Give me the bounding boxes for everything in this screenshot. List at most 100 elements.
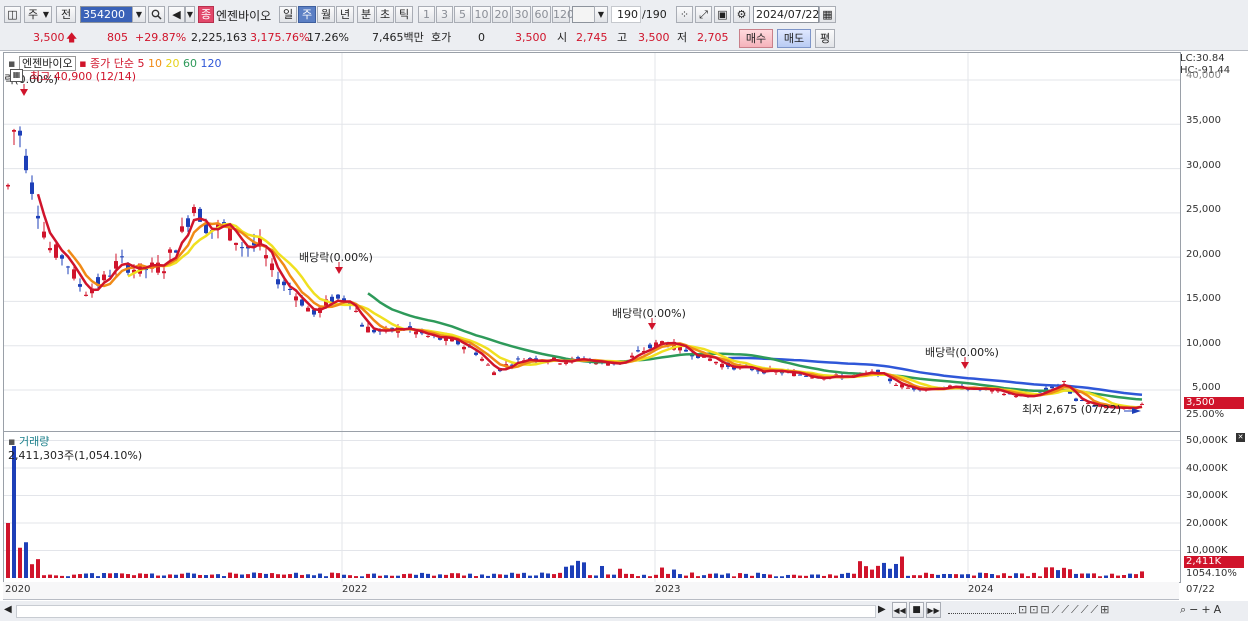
period-select[interactable]: 주 ▼ [24, 6, 52, 23]
scroll-left-icon[interactable]: ◀ [4, 604, 12, 615]
tick-30[interactable]: 30 [512, 6, 531, 23]
forward-icon[interactable]: ▶▶ [926, 602, 941, 618]
candle-body [186, 218, 190, 227]
drawing-tools-icons[interactable]: ⊡⊡⊡⟋⟋⟋⟋⟋⊞ [1018, 603, 1111, 617]
period-day[interactable]: 일 [279, 6, 297, 23]
scroll-right-icon[interactable]: ▶ [878, 604, 886, 615]
volume-bar [960, 574, 964, 578]
volume-bar [318, 573, 322, 578]
code-dropdown-icon[interactable]: ▼ [132, 6, 146, 23]
candle-body [576, 357, 580, 359]
period-year[interactable]: 년 [336, 6, 354, 23]
volume-bar [570, 565, 574, 578]
volume-bar [882, 562, 886, 578]
candle-body [18, 130, 22, 136]
hoga-value: 0 [478, 31, 485, 44]
date-input[interactable]: 2024/07/22 [753, 6, 819, 23]
candle-body [114, 261, 118, 269]
candle-body [564, 362, 568, 364]
volume-bar [228, 572, 232, 578]
period-week[interactable]: 주 [298, 6, 316, 23]
buy-button[interactable]: 매수 [739, 29, 773, 48]
volume-bar [606, 574, 610, 578]
candle-body [42, 231, 46, 238]
volume-bar [444, 574, 448, 578]
period-second[interactable]: 초 [376, 6, 394, 23]
calendar-icon[interactable]: ▦ [10, 69, 23, 82]
gear-icon[interactable]: ⚙ [733, 6, 750, 23]
calendar-icon[interactable]: ▦ [819, 6, 836, 23]
tick-1[interactable]: 1 [418, 6, 435, 23]
crosshair-icon[interactable]: ⤢ [695, 6, 712, 23]
candle-body [102, 274, 106, 281]
period-minute[interactable]: 분 [357, 6, 375, 23]
volume-bar [126, 574, 130, 578]
volume-bar [348, 575, 352, 578]
volume-bar [480, 574, 484, 578]
prev-button[interactable]: 전 [56, 6, 76, 23]
stop-icon[interactable]: ■ [909, 602, 924, 618]
vol-label-10000k: 10,000K [1186, 545, 1228, 556]
save-icon[interactable]: ▣ [714, 6, 731, 23]
code-input[interactable]: 354200 [80, 6, 140, 23]
tick-3[interactable]: 3 [436, 6, 453, 23]
rewind-icon[interactable]: ◀◀ [892, 602, 907, 618]
speaker-dropdown-icon[interactable]: ▼ [185, 6, 195, 23]
layout-icon[interactable]: ◫ [4, 6, 21, 23]
volume-bar [360, 576, 364, 578]
volume-bar [1098, 576, 1102, 578]
tick-10[interactable]: 10 [472, 6, 491, 23]
volume-bar [54, 575, 58, 578]
volume-bar [1092, 573, 1096, 578]
zoom-tools-icons[interactable]: ⌕−+A [1180, 603, 1224, 617]
search-icon[interactable] [148, 6, 165, 23]
volume-bar [984, 573, 988, 578]
legend-ma-5[interactable]: 5 [138, 57, 145, 70]
volume-bar [648, 576, 652, 578]
volume-bar [966, 574, 970, 578]
legend-ma-60[interactable]: 60 [183, 57, 197, 70]
volume-bar [1122, 575, 1126, 578]
volume-bar [42, 575, 46, 578]
tick-5[interactable]: 5 [454, 6, 471, 23]
period-tick[interactable]: 틱 [395, 6, 413, 23]
volume-bar [36, 559, 40, 578]
stock-name[interactable]: 엔젠바이오 [216, 7, 271, 24]
candle-body [354, 310, 358, 312]
volume-bar [822, 575, 826, 578]
tick-20[interactable]: 20 [492, 6, 511, 23]
legend-ma-120[interactable]: 120 [201, 57, 222, 70]
vol-label-50000k: 50,000K [1186, 435, 1228, 446]
volume-bar [1104, 575, 1108, 578]
candle-body [492, 372, 496, 376]
volume-chart[interactable]: ▪ 거래량 2,411,303주(1,054.10%) [3, 431, 1181, 583]
zoom-slider[interactable] [948, 608, 1016, 614]
dividend-label: 배당락(0.00%) [299, 251, 373, 264]
sell-button[interactable]: 매도 [777, 29, 811, 48]
open-label: 시 [557, 31, 568, 44]
volume-bar [498, 574, 502, 578]
candle-body [1050, 386, 1054, 389]
volume-bar [198, 574, 202, 578]
legend-ma-20[interactable]: 20 [166, 57, 180, 70]
legend-ma-10[interactable]: 10 [148, 57, 162, 70]
tick-120[interactable]: 120 [552, 6, 574, 23]
volume-bar [342, 574, 346, 578]
price-chart[interactable]: 배당락(0.00%)배당락(0.00%)배당락(0.00%)배당락(0.00%)… [3, 52, 1181, 432]
candle-body [240, 247, 244, 249]
volume-bar [894, 563, 898, 578]
eval-button[interactable]: 평 [815, 29, 835, 48]
volume-bar [774, 576, 778, 578]
tick-60[interactable]: 60 [532, 6, 551, 23]
period-month[interactable]: 월 [317, 6, 335, 23]
speaker-icon[interactable]: ◀ [168, 6, 185, 23]
volume-bar [852, 573, 856, 578]
scatter-icon[interactable]: ⁘ [676, 6, 693, 23]
x-label-2020: 2020 [5, 584, 31, 595]
close-icon[interactable]: ✕ [1236, 433, 1245, 442]
horizontal-scrollbar[interactable] [16, 605, 876, 618]
volume-bar [264, 573, 268, 578]
hoga-label: 호가 [431, 31, 452, 44]
tick-dropdown-icon[interactable]: ▼ [594, 6, 608, 23]
count-input[interactable]: 190 [611, 6, 641, 23]
